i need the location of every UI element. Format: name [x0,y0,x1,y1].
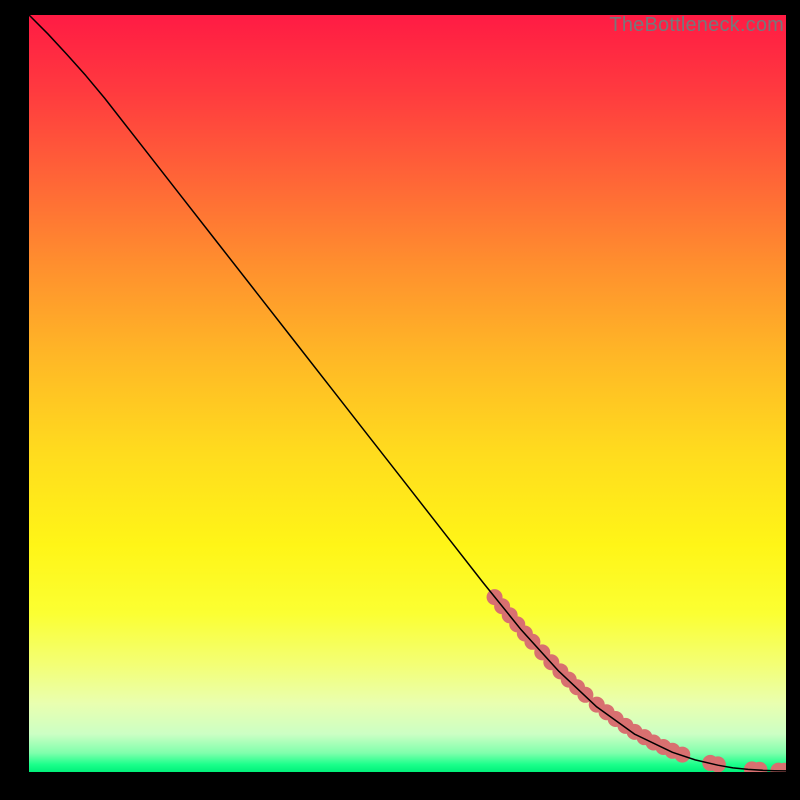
plot-area: TheBottleneck.com [29,15,786,772]
curve-layer [29,15,786,772]
data-point [674,747,690,763]
chart-frame: TheBottleneck.com [0,0,800,800]
